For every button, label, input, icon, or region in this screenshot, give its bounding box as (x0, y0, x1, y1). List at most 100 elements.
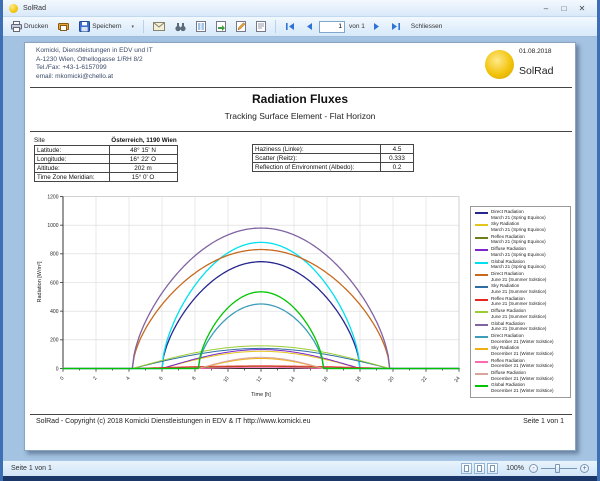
print-button[interactable]: Drucken (7, 19, 52, 34)
legend-entry: Diffuse RadiationJune 21 (Summer Solstic… (475, 308, 570, 320)
search-button[interactable] (171, 20, 190, 34)
legend-label: Reflex RadiationDecember 21 (Winter Sols… (491, 358, 554, 369)
row-label: Haziness (Linke): (253, 145, 381, 153)
maximize-button[interactable]: □ (555, 2, 573, 15)
header-rule (30, 87, 572, 88)
legend-label: Sky RadiationDecember 21 (Winter Solstic… (491, 345, 554, 356)
save-icon (79, 21, 90, 32)
legend-entry: Sky RadiationMarch 21 (Spring Equinox) (475, 221, 570, 233)
status-page-label: Seite 1 von 1 (11, 465, 459, 472)
row-value: 0.2 (381, 164, 413, 171)
zoom-slider[interactable] (541, 468, 577, 469)
x-tick-label: 20 (388, 376, 396, 384)
app-window: SolRad – □ ✕ Drucken Speichern ▾ (0, 0, 600, 481)
legend-entry: Direct RadiationMarch 21 (Spring Equinox… (475, 209, 570, 221)
minimize-button[interactable]: – (537, 2, 555, 15)
legend-entry: Sky RadiationJune 21 (Summer Solstice) (475, 283, 570, 295)
prev-page-button[interactable] (301, 20, 317, 33)
export-button[interactable] (212, 19, 230, 34)
envelope-icon (153, 22, 165, 31)
text-page-icon (256, 21, 266, 32)
legend-swatch (475, 249, 488, 251)
first-page-button[interactable] (281, 20, 299, 33)
multi-page-view-button[interactable] (487, 463, 498, 474)
chart-legend: Direct RadiationMarch 21 (Spring Equinox… (470, 206, 571, 398)
edit-page-icon (236, 21, 246, 32)
y-axis-label: Radiation [W/m²] (37, 261, 43, 302)
legend-entry: Reflex RadiationJune 21 (Summer Solstice… (475, 296, 570, 308)
edit-button[interactable] (232, 19, 250, 34)
legend-series-day: March 21 (Spring Equinox) (491, 239, 546, 245)
last-page-button[interactable] (387, 20, 405, 33)
footer-rule (30, 414, 572, 415)
legend-swatch (475, 299, 488, 301)
legend-series-day: December 21 (Winter Solstice) (491, 339, 554, 345)
close-preview-button[interactable]: Schliessen (407, 21, 446, 32)
legend-entry: Reflex RadiationDecember 21 (Winter Sols… (475, 358, 570, 370)
y-tick-label: 1000 (47, 223, 58, 229)
legend-series-day: December 21 (Winter Solstice) (491, 376, 554, 382)
legend-entry: Direct RadiationDecember 21 (Winter Sols… (475, 333, 570, 345)
text-page-button[interactable] (252, 19, 270, 34)
x-tick-label: 12 (256, 376, 264, 384)
next-page-button[interactable] (369, 20, 385, 33)
printer-icon (11, 21, 22, 32)
report-page: Komicki, Dienstleistungen in EDV und ITA… (24, 42, 576, 451)
legend-swatch (475, 237, 488, 239)
param-table-row: Reflection of Environment (Albedo):0.2 (252, 162, 414, 172)
toolbar-separator (275, 20, 276, 33)
two-page-view-button[interactable] (474, 463, 485, 474)
preview-area[interactable]: Komicki, Dienstleistungen in EDV und ITA… (3, 37, 597, 460)
row-value: 0.333 (381, 155, 413, 162)
print-setup-button[interactable] (54, 19, 73, 34)
legend-series-day: March 21 (Spring Equinox) (491, 227, 546, 233)
first-page-icon (285, 22, 295, 31)
export-page-icon (216, 21, 226, 32)
window-bottom-edge (3, 476, 597, 481)
legend-series-day: June 21 (Summer Solstice) (491, 326, 546, 332)
y-tick-label: 800 (50, 252, 59, 258)
x-tick-label: 8 (191, 376, 198, 382)
email-button[interactable] (149, 20, 169, 33)
page-number-input[interactable] (319, 21, 345, 33)
legend-label: Sky RadiationMarch 21 (Spring Equinox) (491, 221, 546, 232)
legend-label: Diffuse RadiationMarch 21 (Spring Equino… (491, 246, 546, 257)
legend-entry: Diffuse RadiationMarch 21 (Spring Equino… (475, 246, 570, 258)
single-page-view-button[interactable] (461, 463, 472, 474)
sender-line: email: mkomicki@chello.at (36, 73, 153, 82)
row-value: 48° 15' N (110, 147, 176, 154)
window-title: SolRad (23, 5, 537, 12)
sun-logo-icon (485, 50, 514, 79)
legend-series-day: December 21 (Winter Solstice) (491, 351, 554, 357)
legend-entry: Sky RadiationDecember 21 (Winter Solstic… (475, 345, 570, 357)
toolbar-separator (143, 20, 144, 33)
save-dropdown-button[interactable]: ▾ (128, 22, 139, 32)
zoom-slider-handle[interactable] (555, 464, 560, 473)
parameter-table: Haziness (Linke):4.5Scatter (Reitz):0.33… (252, 145, 414, 172)
zoom-in-button[interactable]: + (580, 464, 589, 473)
sender-line: Tel./Fax: +43-1-6157099 (36, 64, 153, 73)
save-button[interactable]: Speichern (75, 19, 125, 34)
zoom-out-button[interactable]: - (529, 464, 538, 473)
legend-series-day: June 21 (Summer Solstice) (491, 314, 546, 320)
x-tick-label: 10 (223, 376, 231, 384)
close-button[interactable]: ✕ (573, 2, 591, 15)
save-label: Speichern (92, 23, 121, 30)
legend-swatch (475, 224, 488, 226)
row-value: 15° 0' O (110, 174, 176, 181)
binoculars-icon (175, 22, 186, 32)
report-title: Radiation Fluxes (25, 92, 575, 106)
legend-label: Global RadiationDecember 21 (Winter Sols… (491, 382, 554, 393)
legend-entry: Global RadiationDecember 21 (Winter Sols… (475, 382, 570, 394)
x-tick-label: 0 (59, 376, 66, 382)
legend-swatch (475, 324, 488, 326)
page-layout-button[interactable] (192, 19, 210, 34)
legend-label: Direct RadiationDecember 21 (Winter Sols… (491, 333, 554, 344)
legend-series-day: March 21 (Spring Equinox) (491, 215, 546, 221)
zoom-level-label: 100% (506, 465, 524, 472)
row-value: 202 m (110, 165, 176, 172)
legend-swatch (475, 361, 488, 363)
page-count-label: von 1 (347, 23, 367, 30)
x-tick-label: 22 (421, 376, 429, 384)
print-label: Drucken (24, 23, 48, 30)
